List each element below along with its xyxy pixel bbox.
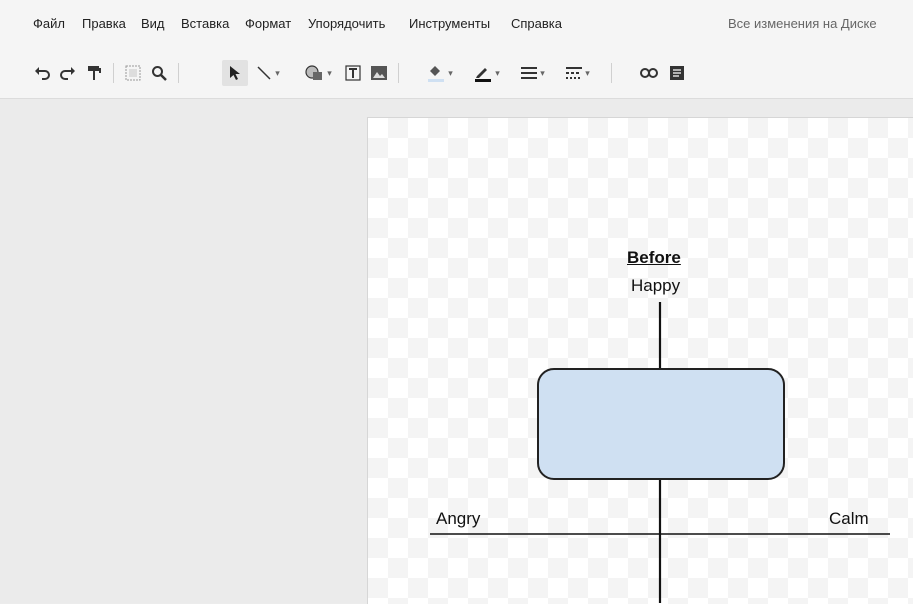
line-color-icon[interactable]: ▾ (470, 60, 504, 86)
undo-icon[interactable] (32, 60, 52, 86)
toolbar-divider (178, 63, 179, 83)
zoom-icon[interactable] (148, 60, 170, 86)
toolbar-divider (611, 63, 612, 83)
menu-bar: Файл Правка Вид Вставка Формат Упорядочи… (0, 0, 913, 48)
menu-view[interactable]: Вид (141, 16, 165, 31)
line-icon[interactable]: ▾ (253, 60, 283, 86)
label-calm[interactable]: Calm (829, 509, 869, 529)
link-icon[interactable] (638, 60, 660, 86)
diagram-title[interactable]: Before (627, 248, 681, 268)
fill-color-icon[interactable]: ▾ (423, 60, 457, 86)
shape-icon[interactable]: ▾ (300, 60, 336, 86)
label-happy[interactable]: Happy (631, 276, 680, 296)
comment-icon[interactable] (666, 60, 688, 86)
label-angry[interactable]: Angry (436, 509, 480, 529)
drawing-page[interactable] (367, 117, 913, 604)
menu-tools[interactable]: Инструменты (409, 16, 490, 31)
menu-file[interactable]: Файл (33, 16, 65, 31)
menu-help[interactable]: Справка (511, 16, 562, 31)
line-dash-icon[interactable]: ▾ (562, 60, 594, 86)
menu-format[interactable]: Формат (245, 16, 291, 31)
redo-icon[interactable] (58, 60, 78, 86)
save-status[interactable]: Все изменения на Диске (728, 16, 877, 31)
toolbar: ▾ ▾ ▾ ▾ ▾ ▾ (0, 48, 913, 99)
paint-format-icon[interactable] (84, 60, 104, 86)
text-box-icon[interactable] (342, 60, 364, 86)
toolbar-divider (113, 63, 114, 83)
menu-insert[interactable]: Вставка (181, 16, 229, 31)
image-icon[interactable] (368, 60, 390, 86)
menu-arrange[interactable]: Упорядочить (308, 16, 385, 31)
menu-edit[interactable]: Правка (82, 16, 126, 31)
zoom-fit-icon[interactable] (122, 60, 144, 86)
line-weight-icon[interactable]: ▾ (518, 60, 548, 86)
select-arrow-icon[interactable] (222, 60, 248, 86)
toolbar-divider (398, 63, 399, 83)
